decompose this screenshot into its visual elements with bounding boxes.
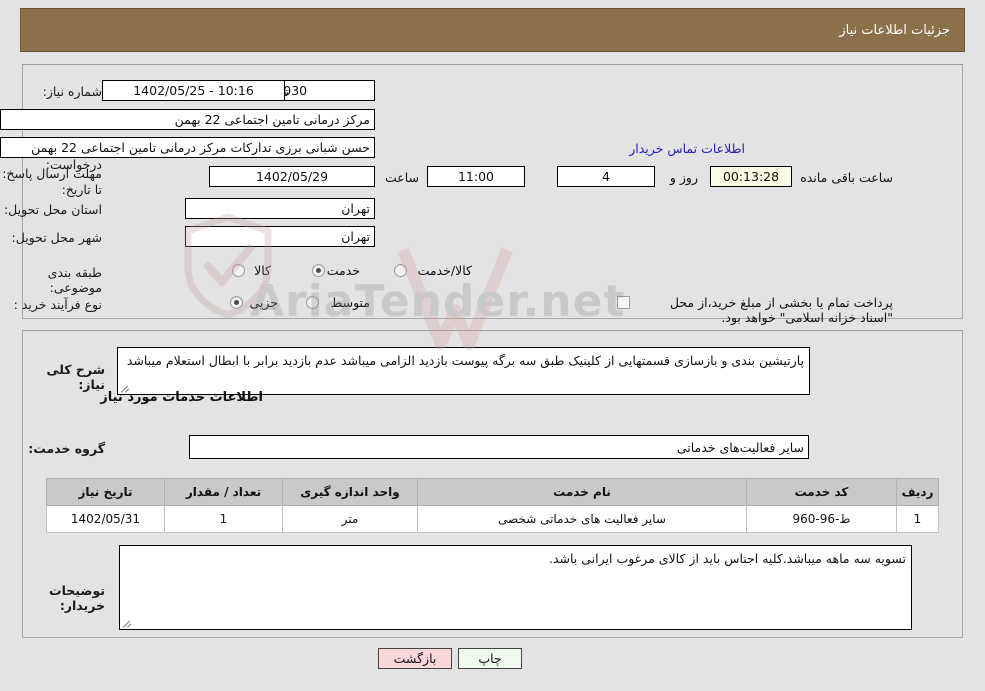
general-description-label: شرح کلی نیاز: [46,362,105,392]
countdown-timer: 00:13:28 [710,166,792,187]
radio-process-jozi[interactable] [230,296,243,309]
radio-category-khedmat[interactable] [312,264,325,277]
general-description-text: پارتیشین بندی و بازسازی قسمتهایی از کلین… [126,353,804,368]
treasury-bonds-label: پرداخت تمام یا بخشی از مبلغ خرید،از محل … [669,295,893,325]
th-unit: واحد اندازه گیری [282,478,418,506]
th-need-date: تاریخ نیاز [46,478,165,506]
need-number-label: شماره نیاز: [42,84,102,99]
th-service-name: نام خدمت [417,478,747,506]
buyer-notes-text: تسویه سه ماهه میباشد.کلیه اجناس باید از … [548,551,906,566]
services-table-wrapper: ردیف کد خدمت نام خدمت واحد اندازه گیری ت… [46,478,939,533]
hour-label: ساعت [384,170,419,185]
buyer-notes-label: توضیحات خریدار: [49,583,105,613]
radio-process-motevaset[interactable] [306,296,319,309]
deadline-label: مهلت ارسال پاسخ: تا تاریخ: [2,166,102,197]
cell-unit: متر [282,505,418,533]
th-quantity: تعداد / مقدار [164,478,283,506]
buyer-org-field[interactable]: مرکز درمانی تامین اجتماعی 22 بهمن [0,109,375,130]
days-remaining-field[interactable]: 4 [557,166,655,187]
table-row: 1 ط-96-960 سایر فعالیت های خدماتی شخصی م… [46,505,939,533]
table-header-row: ردیف کد خدمت نام خدمت واحد اندازه گیری ت… [46,478,939,506]
cell-need-date: 1402/05/31 [46,505,165,533]
province-field[interactable]: تهران [185,198,375,219]
need-info-panel [22,64,963,319]
page-root: جزئیات اطلاعات نیاز شماره نیاز: 11020933… [0,0,985,691]
services-table: ردیف کد خدمت نام خدمت واحد اندازه گیری ت… [46,478,939,533]
radio-category-khedmat-label: خدمت [326,263,360,278]
buyer-notes-textarea[interactable]: تسویه سه ماهه میباشد.کلیه اجناس باید از … [119,545,912,630]
th-service-code: کد خدمت [746,478,897,506]
service-group-field[interactable]: سایر فعالیت‌های خدماتی [189,435,809,459]
back-button[interactable]: بازگشت [378,648,452,669]
radio-category-kala[interactable] [232,264,245,277]
cell-service-name: سایر فعالیت های خدماتی شخصی [417,505,747,533]
cell-quantity: 1 [164,505,283,533]
deadline-time-field[interactable]: 11:00 [427,166,525,187]
requester-field[interactable]: حسن شبانی برزی تدارکات مرکز درمانی تامین… [0,137,375,158]
th-row-number: ردیف [896,478,939,506]
general-description-textarea[interactable]: پارتیشین بندی و بازسازی قسمتهایی از کلین… [117,347,810,395]
buyer-contact-link[interactable]: اطلاعات تماس خریدار [629,141,745,156]
province-label: استان محل تحویل: [3,202,102,217]
print-button[interactable]: چاپ [458,648,522,669]
city-field[interactable]: تهران [185,226,375,247]
treasury-bonds-checkbox[interactable] [617,296,630,309]
radio-category-kala-label: کالا [254,263,271,278]
radio-process-motevaset-label: متوسط [330,295,370,310]
days-word-label: روز و [669,170,698,185]
category-label: طبقه بندی موضوعی: [47,265,102,295]
page-header: جزئیات اطلاعات نیاز [20,8,965,52]
radio-process-jozi-label: جزیی [249,295,278,310]
deadline-date-field[interactable]: 1402/05/29 [209,166,375,187]
public-announce-field[interactable]: 10:16 - 1402/05/25 [102,80,285,101]
cell-row-number: 1 [896,505,939,533]
cell-service-code: ط-96-960 [746,505,897,533]
process-type-label: نوع فرآیند خرید : [13,297,102,312]
page-title: جزئیات اطلاعات نیاز [839,22,950,38]
radio-category-kala-khedmat-label: کالا/خدمت [417,263,472,278]
remaining-suffix-label: ساعت باقی مانده [800,170,893,185]
radio-category-kala-khedmat[interactable] [394,264,407,277]
service-group-label: گروه خدمت: [28,441,105,456]
services-section-heading: اطلاعات خدمات مورد نیاز [100,390,263,405]
resize-grip-icon-notes[interactable] [122,618,133,629]
city-label: شهر محل تحویل: [11,230,102,245]
